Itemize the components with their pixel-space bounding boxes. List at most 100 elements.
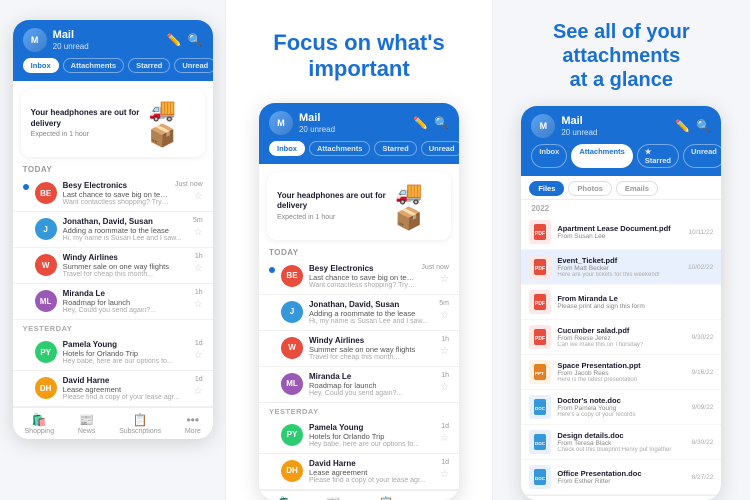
tab-inbox-3[interactable]: Inbox [531,144,567,168]
email-item-besy-2[interactable]: BE Besy Electronics Last chance to save … [259,259,459,295]
attach-tab-photos[interactable]: Photos [568,181,611,196]
attach-item-lease[interactable]: PDF Apartment Lease Document.pdf From Su… [521,215,721,250]
attach-item-space[interactable]: PPT Space Presentation.ppt From Jacob Re… [521,355,721,390]
star-miranda-2[interactable]: ☆ [440,382,449,393]
search-icon[interactable]: 🔍 [188,33,203,47]
attach-tab-files[interactable]: Files [529,181,564,196]
attach-item-cucumber[interactable]: PDF Cucumber salad.pdf From Reese Jerez … [521,320,721,355]
search-icon-3[interactable]: 🔍 [696,119,711,133]
nav-news-2[interactable]: 📰 News [324,496,342,500]
attach-name-ticket: Event_Ticket.pdf [557,256,682,265]
email-content-miranda-2: Miranda Le Roadmap for launch Hey, Could… [309,372,434,397]
nav-more[interactable]: ••• More [185,413,201,435]
phone-mockup-3: M Mail 20 unread ✏️ 🔍 Inbox Attachments … [521,106,721,500]
phone-tabs-3: Inbox Attachments ★ Starred Unread [531,144,711,172]
star-icon[interactable]: ☆ [194,227,203,238]
search-icon-2[interactable]: 🔍 [434,116,449,130]
tab-starred-2[interactable]: Starred [374,141,416,156]
nav-shopping-2[interactable]: 🛍️ Shopping [271,496,301,500]
email-item-jonathan-2[interactable]: J Jonathan, David, Susan Adding a roomma… [259,295,459,331]
email-item-jonathan[interactable]: J Jonathan, David, Susan Adding a roomma… [13,212,213,248]
attach-preview-doctor: Here's a copy of your records [557,412,685,418]
attach-name-miranda: From Miranda Le [557,294,707,303]
star-pamela-2[interactable]: ☆ [440,433,449,444]
tab-unread-3[interactable]: Unread [683,144,721,168]
nav-news[interactable]: 📰 News [78,413,96,435]
tab-attachments-2[interactable]: Attachments [309,141,370,156]
preview-jonathan-2: Hi, my name is Susan Lee and I saw... [309,318,433,325]
star-windy-2[interactable]: ☆ [440,346,449,357]
attach-item-office[interactable]: DOC Office Presentation.doc From Esther … [521,460,721,495]
email-item-besy[interactable]: BE Besy Electronics Last chance to save … [13,176,213,212]
tab-unread-2[interactable]: Unread [421,141,459,156]
nav-more-2[interactable]: ••• More [431,496,447,500]
attach-item-doctor[interactable]: DOC Doctor's note.doc From Pamela Young … [521,390,721,425]
tab-attachments[interactable]: Attachments [63,58,124,73]
attach-date-space: 9/16/22 [692,369,714,376]
phone-mockup-2: M Mail 20 unread ✏️ 🔍 Inbox Attachments … [259,103,459,500]
attach-date-cucumber: 9/30/22 [692,334,714,341]
email-meta: 1d ☆ [194,376,203,397]
email-item-pamela-2[interactable]: PY Pamela Young Hotels for Orlando Trip … [259,418,459,454]
email-item-windy[interactable]: W Windy Airlines Summer sale on one way … [13,248,213,284]
email-item-miranda-2[interactable]: ML Miranda Le Roadmap for launch Hey, Co… [259,367,459,403]
delivery-text-2: Your headphones are out for delivery Exp… [277,191,395,221]
nav-subscriptions-2[interactable]: 📋 Subscriptions [365,496,407,500]
attach-icon-pdf: PDF [529,220,551,244]
mail-unread-count: 20 unread [53,42,167,51]
star-icon[interactable]: ☆ [194,263,203,274]
email-subject: Last chance to save big on tech! [63,190,169,199]
email-meta: 1h ☆ [194,253,203,274]
star-icon[interactable]: ☆ [194,299,203,310]
avatar-david-2: DH [281,460,303,482]
star-icon[interactable]: ☆ [194,191,203,202]
email-item-miranda[interactable]: ML Miranda Le Roadmap for launch Hey, Co… [13,284,213,320]
star-icon[interactable]: ☆ [194,386,203,397]
attach-name-design: Design details.doc [557,431,685,440]
preview-besy-2: Want contactless shopping? Try same... [309,282,415,289]
panel-inbox: M Mail 20 unread ✏️ 🔍 Inbox Attachments … [0,0,225,500]
tab-unread[interactable]: Unread [174,58,212,73]
attach-item-design[interactable]: DOC Design details.doc From Teresa Black… [521,425,721,460]
star-icon[interactable]: ☆ [194,350,203,361]
delivery-card: Your headphones are out for delivery Exp… [21,89,205,157]
email-content-windy: Windy Airlines Summer sale on one way fl… [63,253,188,278]
attach-info-design: Design details.doc From Teresa Black Che… [557,431,685,453]
tab-inbox[interactable]: Inbox [23,58,59,73]
email-content-jonathan-2: Jonathan, David, Susan Adding a roommate… [309,300,433,325]
tab-starred-3[interactable]: ★ Starred [637,144,679,168]
time-pamela-2: 1d [441,423,449,430]
phone-header: M Mail 20 unread ✏️ 🔍 Inbox Attachments … [13,20,213,81]
nav-subscriptions[interactable]: 📋 Subscriptions [119,413,161,435]
attach-tab-emails[interactable]: Emails [616,181,658,196]
svg-text:DOC: DOC [535,476,546,481]
email-avatar-besy: BE [35,182,57,204]
attach-item-miranda-form[interactable]: PDF From Miranda Le Please print and sig… [521,285,721,320]
star-jonathan-2[interactable]: ☆ [440,310,449,321]
tab-starred[interactable]: Starred [128,58,170,73]
email-item-david[interactable]: DH David Harne Lease agreement Please fi… [13,371,213,407]
preview-windy-2: Travel for cheap this month... [309,354,434,361]
email-avatar-jonathan: J [35,218,57,240]
meta-jonathan-2: 5m ☆ [439,300,449,321]
tab-inbox-2[interactable]: Inbox [269,141,305,156]
header-icons: ✏️ 🔍 [167,33,203,47]
edit-icon-2[interactable]: ✏️ [413,116,428,130]
attach-name-space: Space Presentation.ppt [557,361,685,370]
email-content-miranda: Miranda Le Roadmap for launch Hey, Could… [63,289,188,314]
edit-icon-3[interactable]: ✏️ [675,119,690,133]
email-item-david-2[interactable]: DH David Harne Lease agreement Please fi… [259,454,459,490]
star-david-2[interactable]: ☆ [440,469,449,480]
tab-attachments-3[interactable]: Attachments [571,144,632,168]
attach-icon-miranda: PDF [529,290,551,314]
delivery-subtitle: Expected in 1 hour [31,131,149,138]
nav-shopping[interactable]: 🛍️ Shopping [25,413,55,435]
email-content-besy: Besy Electronics Last chance to save big… [63,181,169,206]
star-besy-2[interactable]: ☆ [440,274,449,285]
avatar-pamela-2: PY [281,424,303,446]
email-content-pamela-2: Pamela Young Hotels for Orlando Trip Hey… [309,423,434,448]
edit-icon[interactable]: ✏️ [167,33,182,47]
email-item-pamela[interactable]: PY Pamela Young Hotels for Orlando Trip … [13,335,213,371]
email-item-windy-2[interactable]: W Windy Airlines Summer sale on one way … [259,331,459,367]
attach-item-ticket[interactable]: PDF Event_Ticket.pdf From Matt Becker He… [521,250,721,285]
